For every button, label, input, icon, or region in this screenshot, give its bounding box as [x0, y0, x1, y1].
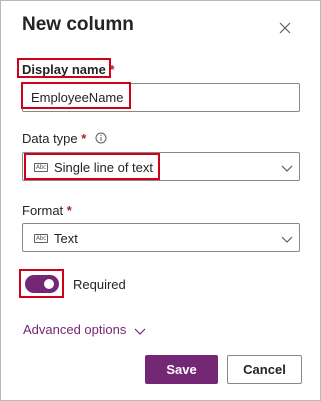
advanced-options-link[interactable]: Advanced options: [23, 322, 146, 337]
data-type-highlight: [24, 153, 160, 180]
required-asterisk: *: [81, 131, 87, 146]
format-label-text: Format: [22, 203, 64, 218]
required-label: Required: [73, 277, 126, 292]
panel-title: New column: [22, 14, 134, 35]
data-type-label: Data type *: [22, 131, 86, 146]
format-label: Format *: [22, 203, 72, 218]
format-dropdown[interactable]: Abc Text: [22, 223, 300, 252]
close-icon: [279, 22, 291, 34]
save-button[interactable]: Save: [145, 355, 218, 384]
chevron-down-icon: [134, 328, 146, 335]
format-selected: Text: [54, 231, 78, 246]
display-name-label-highlight: [17, 58, 111, 78]
new-column-panel: New column Display name * EmployeeName D…: [0, 0, 321, 401]
advanced-options-label: Advanced options: [23, 322, 127, 337]
cancel-button[interactable]: Cancel: [227, 355, 302, 384]
required-asterisk: *: [66, 203, 72, 218]
chevron-down-icon: [281, 165, 293, 172]
required-toggle-highlight: [19, 269, 64, 298]
data-type-label-text: Data type: [22, 131, 78, 146]
chevron-down-icon: [281, 236, 293, 243]
info-icon[interactable]: [95, 132, 107, 144]
abc-icon: Abc: [34, 234, 48, 243]
close-button[interactable]: [275, 18, 295, 38]
display-name-input-highlight: [21, 82, 131, 109]
